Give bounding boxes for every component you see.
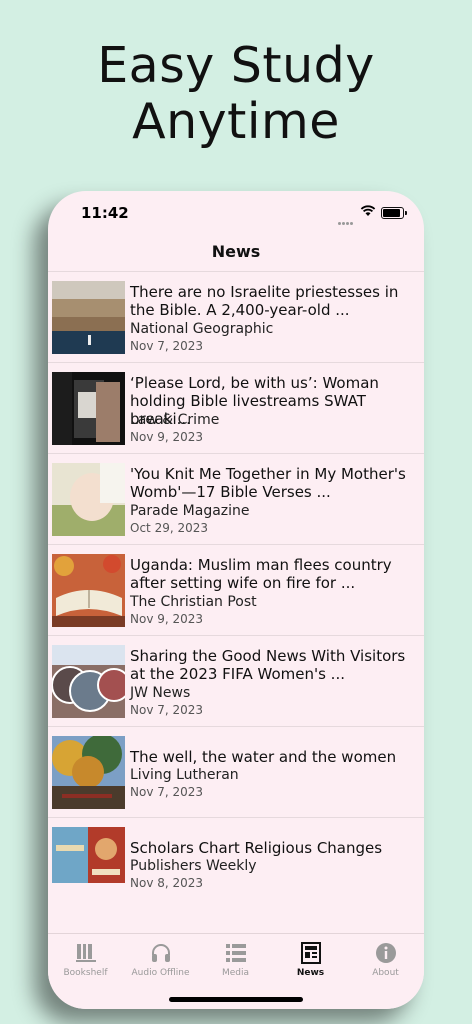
news-item[interactable]: The well, the water and the women Living…: [48, 726, 424, 819]
tab-about[interactable]: About: [348, 934, 423, 994]
tab-label: Audio Offline: [131, 968, 190, 978]
info-icon: [376, 943, 396, 963]
wifi-icon: [360, 205, 376, 216]
newspaper-icon: [301, 942, 321, 964]
open-bible-photo: [52, 554, 125, 627]
news-item[interactable]: There are no Israelite priestesses in th…: [48, 271, 424, 364]
news-source: JW News: [130, 685, 191, 701]
news-source: Law & Crime: [130, 412, 220, 428]
news-date: Nov 9, 2023: [130, 612, 204, 626]
news-item[interactable]: Sharing the Good News With Visitors at t…: [48, 635, 424, 728]
news-date: Nov 8, 2023: [130, 876, 204, 890]
nav-title: News: [211, 242, 261, 261]
tab-label: Media: [221, 968, 250, 978]
livestream-photo: [52, 372, 125, 445]
list-icon: [226, 944, 246, 962]
news-source: The Christian Post: [130, 594, 257, 610]
news-date: Nov 7, 2023: [130, 339, 204, 353]
tab-audio-offline[interactable]: Audio Offline: [123, 934, 198, 994]
news-date: Nov 7, 2023: [130, 703, 204, 717]
tab-news[interactable]: News: [273, 934, 348, 994]
news-date: Nov 9, 2023: [130, 430, 204, 444]
autumn-trees-photo: [52, 736, 125, 809]
headphones-icon: [152, 944, 170, 962]
cellular-signal-icon: [338, 212, 354, 225]
news-item[interactable]: Scholars Chart Religious Changes Publish…: [48, 817, 424, 910]
news-item[interactable]: Uganda: Muslim man flees country after s…: [48, 544, 424, 637]
news-source: Publishers Weekly: [130, 858, 257, 874]
news-item[interactable]: ‘Please Lord, be with us’: Woman holding…: [48, 362, 424, 455]
status-time: 11:42: [81, 204, 129, 222]
news-title: 'You Knit Me Together in My Mother's Wom…: [130, 465, 406, 501]
tab-label: About: [372, 968, 399, 978]
harbor-photo: [52, 281, 125, 354]
battery-icon: [381, 207, 407, 219]
street-collage-photo: [52, 645, 125, 718]
news-source: National Geographic: [130, 321, 274, 337]
tab-media[interactable]: Media: [198, 934, 273, 994]
book-covers-photo: [52, 827, 125, 883]
news-title: The well, the water and the women: [130, 748, 397, 766]
home-indicator[interactable]: [169, 997, 303, 1002]
tab-bookshelf[interactable]: Bookshelf: [48, 934, 123, 994]
bookshelf-icon: [76, 944, 96, 962]
news-source: Parade Magazine: [130, 503, 250, 519]
phone-screen: 11:42 News There are no Israelite priest…: [48, 191, 424, 1009]
pregnancy-photo: [52, 463, 125, 536]
promo-headline: Easy Study Anytime: [0, 38, 472, 150]
news-title: Uganda: Muslim man flees country after s…: [130, 556, 392, 592]
news-title: Sharing the Good News With Visitors at t…: [130, 647, 406, 683]
news-source: Living Lutheran: [130, 767, 239, 783]
promo-headline-line2: Anytime: [132, 93, 340, 150]
tab-label: Bookshelf: [63, 968, 108, 978]
news-date: Nov 7, 2023: [130, 785, 204, 799]
news-item[interactable]: 'You Knit Me Together in My Mother's Wom…: [48, 453, 424, 546]
news-list[interactable]: There are no Israelite priestesses in th…: [48, 271, 424, 933]
promo-headline-line1: Easy Study: [97, 37, 375, 94]
news-date: Oct 29, 2023: [130, 521, 208, 535]
news-title: Scholars Chart Religious Changes: [130, 839, 383, 857]
news-title: There are no Israelite priestesses in th…: [130, 283, 399, 319]
tab-label: News: [296, 968, 325, 978]
